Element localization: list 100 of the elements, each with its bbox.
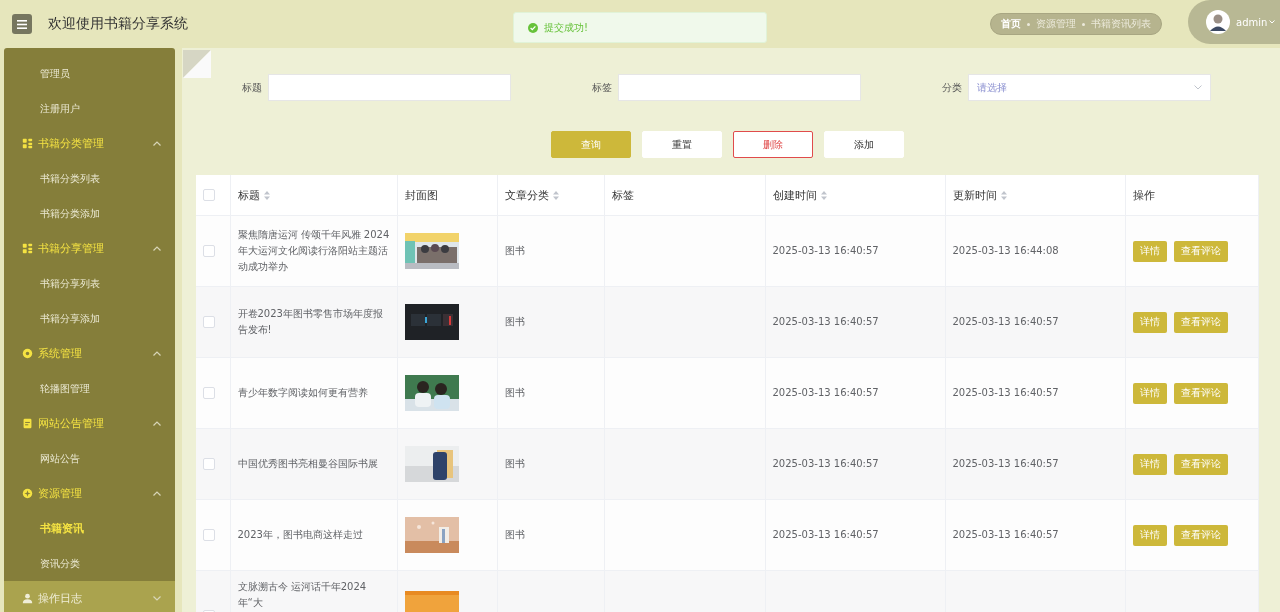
category-select[interactable]: 请选择 [968, 74, 1211, 101]
table-cell: 聚焦隋唐运河 传颂千年风雅 2024年大运河文化阅读行洛阳站主题活动成功举办 [237, 229, 390, 272]
input-field[interactable] [268, 74, 511, 101]
breadcrumb-link[interactable]: 书籍资讯列表 [1091, 17, 1151, 31]
separator-icon [1027, 22, 1030, 26]
sort-icon[interactable] [1000, 190, 1007, 200]
user-menu[interactable]: admin [1236, 16, 1276, 28]
sidebar-item[interactable]: 书籍分享列表 [40, 276, 100, 291]
table-cell: 开卷2023年图书零售市场年度报告发布! [237, 308, 383, 335]
column-header: 创建时间 [772, 187, 817, 203]
sort-icon[interactable] [552, 190, 559, 200]
table-cell: 2025-03-13 16:44:08 [952, 245, 1059, 256]
column-header: 更新时间 [952, 187, 997, 203]
sidebar-group[interactable]: 书籍分享管理 [4, 231, 175, 266]
person-icon [22, 593, 33, 604]
search-button[interactable]: 查询 [551, 131, 631, 158]
sidebar-item[interactable]: 注册用户 [40, 101, 80, 116]
checkbox[interactable] [203, 245, 215, 257]
comments-button[interactable]: 查看评论 [1173, 453, 1228, 475]
chevron-icon [153, 351, 161, 356]
grid-icon [22, 138, 33, 149]
sort-icon[interactable] [263, 190, 270, 200]
sort-icon[interactable] [820, 190, 827, 200]
chevron-icon [153, 141, 161, 146]
field-label: 分类 [941, 80, 962, 95]
details-button[interactable]: 详情 [1132, 382, 1167, 404]
action-button[interactable]: 重置 [642, 131, 722, 158]
table-cell: 青少年数字阅读如何更有营养 [237, 387, 368, 398]
sidebar-item[interactable]: 书籍资讯 [40, 521, 84, 536]
table-cell: 图书 [504, 245, 525, 256]
sidebar-group[interactable]: 操作日志 [4, 581, 175, 612]
table-cell: 2025-03-13 16:40:57 [952, 529, 1059, 540]
table-cell: 2025-03-13 16:40:57 [772, 387, 879, 398]
table-cell: 2023年，图书电商这样走过 [237, 529, 363, 540]
menu-icon [17, 19, 27, 29]
details-button[interactable]: 详情 [1132, 453, 1167, 475]
column-header: 标签 [611, 187, 634, 203]
app-title: 欢迎使用书籍分享系统 [48, 15, 188, 33]
column-header: 文章分类 [504, 187, 549, 203]
sidebar-item[interactable]: 书籍分类添加 [40, 206, 100, 221]
check-circle-icon [528, 22, 538, 33]
table-cell: 文脉溯古今 运河话千年2024年“大 [237, 581, 367, 608]
grid-icon [22, 243, 33, 254]
table-cell: 2025-03-13 16:40:57 [772, 245, 879, 256]
document-icon [22, 418, 33, 429]
checkbox[interactable] [203, 529, 215, 541]
table-cell: 图书 [504, 529, 525, 540]
caret-icon [1269, 20, 1276, 24]
sidebar-item[interactable]: 管理员 [40, 66, 70, 81]
comments-button[interactable]: 查看评论 [1173, 524, 1228, 546]
checkbox[interactable] [203, 316, 215, 328]
breadcrumb-link[interactable]: 首页 [1001, 17, 1021, 31]
action-button[interactable]: 添加 [824, 131, 904, 158]
sparkle-icon [22, 488, 33, 499]
details-button[interactable]: 详情 [1132, 524, 1167, 546]
checkbox[interactable] [203, 387, 215, 399]
table-cell: 图书 [504, 387, 525, 398]
column-header: 操作 [1132, 187, 1155, 203]
field-label: 标题 [241, 80, 262, 95]
sidebar-item[interactable]: 书籍分类列表 [40, 171, 100, 186]
chevron-icon [1194, 85, 1202, 90]
page-corner-icon [183, 50, 211, 78]
comments-button[interactable]: 查看评论 [1173, 240, 1228, 262]
toast-message: 提交成功! [544, 20, 588, 35]
field-label: 标签 [591, 80, 612, 95]
details-button[interactable]: 详情 [1132, 311, 1167, 333]
details-button[interactable]: 详情 [1132, 240, 1167, 262]
table-cell: 2025-03-13 16:40:57 [772, 458, 879, 469]
sidebar-group[interactable]: 网站公告管理 [4, 406, 175, 441]
table-cell: 图书 [504, 458, 525, 469]
input-field[interactable] [618, 74, 861, 101]
sidebar-item[interactable]: 书籍分享添加 [40, 311, 100, 326]
table-cell: 2025-03-13 16:40:57 [952, 316, 1059, 327]
sidebar-group[interactable]: 资源管理 [4, 476, 175, 511]
table-cell: 2025-03-13 16:40:57 [772, 529, 879, 540]
separator-icon [1082, 22, 1085, 26]
chevron-icon [153, 596, 161, 601]
sidebar-item[interactable]: 轮播图管理 [40, 381, 90, 396]
breadcrumb-link[interactable]: 资源管理 [1036, 17, 1076, 31]
avatar-icon[interactable] [1206, 10, 1230, 34]
checkbox[interactable] [203, 189, 215, 201]
delete-button[interactable]: 删除 [733, 131, 813, 158]
column-header: 标题 [237, 187, 260, 203]
column-header: 封面图 [404, 187, 438, 203]
table-cell: 2025-03-13 16:40:57 [952, 458, 1059, 469]
comments-button[interactable]: 查看评论 [1173, 382, 1228, 404]
table-cell: 2025-03-13 16:40:57 [772, 316, 879, 327]
chevron-icon [153, 246, 161, 251]
sidebar-group[interactable]: 书籍分类管理 [4, 126, 175, 161]
chevron-icon [153, 491, 161, 496]
sidebar-item[interactable]: 资讯分类 [40, 556, 80, 571]
menu-button[interactable] [12, 14, 32, 34]
chevron-icon [153, 421, 161, 426]
table-cell: 图书 [504, 316, 525, 327]
table-cell: 2025-03-13 16:40:57 [952, 387, 1059, 398]
sidebar-group[interactable]: 系统管理 [4, 336, 175, 371]
checkbox[interactable] [203, 458, 215, 470]
flower-icon [22, 348, 33, 359]
sidebar-item[interactable]: 网站公告 [40, 451, 80, 466]
comments-button[interactable]: 查看评论 [1173, 311, 1228, 333]
